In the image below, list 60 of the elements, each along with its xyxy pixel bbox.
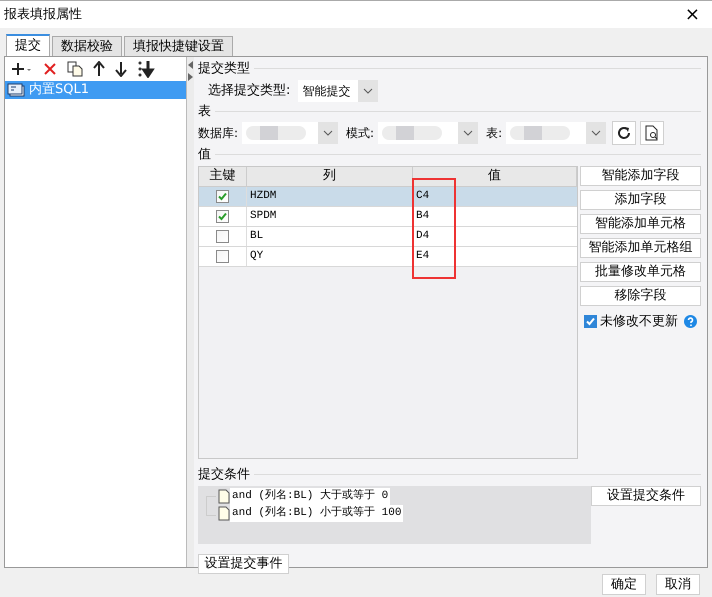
table-cell-text: B4 bbox=[415, 208, 430, 224]
checkbox[interactable] bbox=[216, 190, 229, 202]
field-label: 数据库: bbox=[198, 125, 238, 142]
table-cell-text: D4 bbox=[415, 228, 430, 244]
action-button[interactable]: 智能添加字段 bbox=[580, 166, 701, 186]
table-cell: BL bbox=[247, 226, 413, 246]
action-button[interactable]: 添加字段 bbox=[580, 190, 701, 210]
field-label: 表: bbox=[486, 125, 502, 142]
dialog-button[interactable]: 确定 bbox=[602, 574, 646, 595]
dialog-button[interactable]: 取消 bbox=[656, 574, 700, 595]
column-header[interactable]: 值 bbox=[413, 166, 577, 186]
redacted-blur-drawing bbox=[510, 124, 570, 142]
action-button[interactable]: 智能添加单元格 bbox=[580, 214, 701, 234]
action-button[interactable]: 移除字段 bbox=[580, 286, 701, 306]
checkbox[interactable] bbox=[584, 314, 597, 328]
checkbox[interactable] bbox=[216, 230, 229, 242]
tab[interactable]: 提交 bbox=[6, 34, 50, 56]
table-cell: QY bbox=[247, 246, 413, 266]
checkbox[interactable] bbox=[216, 210, 229, 222]
checkbox[interactable] bbox=[216, 250, 229, 262]
refresh-icon bbox=[617, 126, 632, 140]
table-cell: SPDM bbox=[247, 206, 413, 226]
condition-text[interactable]: and (列名:BL) 小于或等于 100 bbox=[230, 505, 404, 522]
set-event-button[interactable]: 设置提交事件 bbox=[198, 554, 289, 574]
table-cell-text: E4 bbox=[415, 248, 430, 264]
section-heading: 提交条件 bbox=[198, 466, 250, 484]
set-condition-button[interactable]: 设置提交条件 bbox=[591, 486, 701, 506]
column-header[interactable]: 列 bbox=[247, 166, 413, 186]
section-heading: 表 bbox=[198, 102, 211, 120]
move-to-bottom-icon[interactable] bbox=[137, 60, 155, 78]
refresh-button[interactable] bbox=[612, 121, 636, 145]
expand-right-icon[interactable] bbox=[188, 73, 193, 81]
table-cell-text: C4 bbox=[415, 188, 430, 204]
close-button[interactable]: × bbox=[684, 1, 700, 28]
section-heading: 提交类型 bbox=[198, 60, 250, 78]
up-arrow-icon[interactable] bbox=[93, 61, 105, 77]
table-icon bbox=[7, 83, 25, 97]
down-arrow-icon[interactable] bbox=[115, 61, 127, 77]
document-search-icon bbox=[645, 125, 660, 141]
condition-text[interactable]: and (列名:BL) 大于或等于 0 bbox=[230, 488, 390, 505]
field-label: 选择提交类型: bbox=[208, 82, 290, 100]
tab[interactable]: 填报快捷键设置 bbox=[124, 36, 233, 56]
checkbox-label: 未修改不更新 bbox=[600, 312, 678, 330]
preview-button[interactable] bbox=[640, 121, 664, 145]
copy-icon[interactable] bbox=[67, 61, 83, 77]
action-button[interactable]: 智能添加单元格组 bbox=[580, 238, 701, 258]
table-cell: HZDM bbox=[247, 186, 413, 206]
delete-icon[interactable] bbox=[43, 62, 57, 76]
collapse-left-icon[interactable] bbox=[188, 61, 193, 69]
add-icon[interactable] bbox=[11, 61, 33, 77]
submit-type-dropdown[interactable]: 智能提交 bbox=[298, 80, 378, 102]
tab[interactable]: 数据校验 bbox=[52, 36, 122, 56]
field-label: 模式: bbox=[346, 125, 374, 142]
window-title: 报表填报属性 bbox=[4, 6, 82, 24]
section-heading: 值 bbox=[198, 146, 211, 164]
column-header[interactable]: 主键 bbox=[199, 166, 247, 186]
help-icon[interactable] bbox=[684, 314, 697, 328]
redacted-blur-drawing bbox=[382, 124, 442, 142]
action-button[interactable]: 批量修改单元格 bbox=[580, 262, 701, 282]
redacted-blur-drawing bbox=[246, 124, 306, 142]
